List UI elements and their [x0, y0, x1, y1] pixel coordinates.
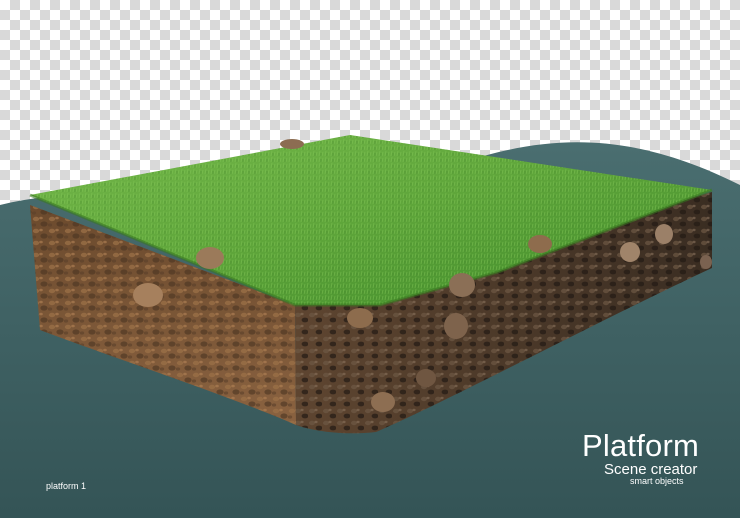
caption-tagline: smart objects: [630, 476, 684, 486]
caption-title: Platform: [582, 428, 700, 463]
caption-subtitle: Scene creator: [604, 461, 698, 478]
platform-label: platform 1: [46, 481, 87, 491]
